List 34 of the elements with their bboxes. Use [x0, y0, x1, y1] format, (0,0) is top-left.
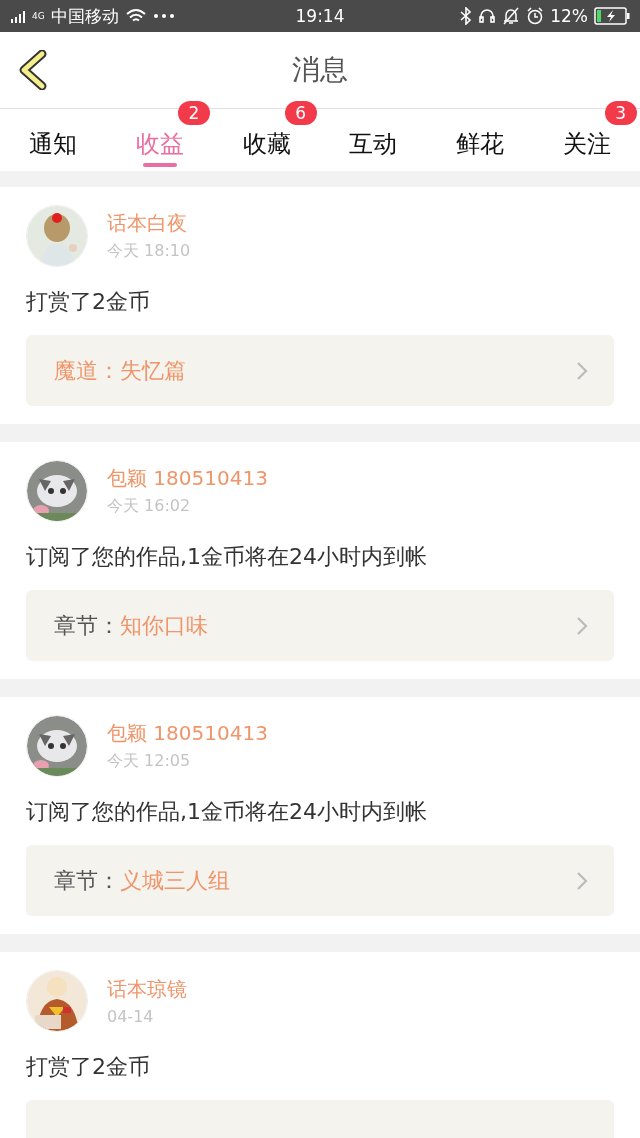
- count-badge: 3: [604, 101, 637, 125]
- clock-time: 19:14: [295, 6, 345, 26]
- carrier-name: 中国移动: [50, 4, 119, 28]
- chevron-right-icon: [576, 360, 588, 381]
- battery-icon: [594, 7, 630, 25]
- work-link[interactable]: 章节：义城三人组: [26, 845, 614, 916]
- more-icon: [152, 13, 175, 19]
- message-time: 今天 18:10: [107, 241, 191, 262]
- chevron-right-icon: [576, 870, 588, 891]
- page-title: 消息: [292, 52, 348, 88]
- network-type: 4G: [32, 11, 45, 21]
- message-text: 打赏了2金币: [26, 288, 151, 316]
- message-time: 今天 12:05: [107, 751, 192, 772]
- message-text: 订阅了您的作品,1金币将在24小时内到帐: [26, 543, 428, 571]
- signal-icon: [10, 9, 26, 23]
- message-time: 04-14: [107, 1007, 155, 1026]
- tab[interactable]: 收藏: [242, 130, 291, 171]
- wifi-icon: [124, 8, 147, 24]
- tab[interactable]: 互动: [349, 130, 398, 171]
- work-link[interactable]: 章节：知你口味: [26, 590, 614, 661]
- tab[interactable]: 通知: [29, 130, 78, 171]
- tab[interactable]: 关注: [562, 130, 611, 171]
- count-badge: 6: [284, 101, 317, 125]
- message-text: 订阅了您的作品,1金币将在24小时内到帐: [26, 798, 428, 826]
- bell-muted-icon: [502, 7, 521, 25]
- headset-icon: [478, 7, 497, 25]
- message-time: 今天 16:02: [107, 496, 192, 517]
- alarm-icon: [526, 7, 545, 25]
- message-text: 打赏了2金币: [26, 1053, 151, 1081]
- tab[interactable]: 鲜花: [456, 130, 504, 171]
- battery-percent: 12%: [550, 6, 588, 26]
- chevron-right-icon: [576, 615, 588, 636]
- count-badge: 2: [178, 101, 210, 125]
- bluetooth-icon: [460, 7, 473, 25]
